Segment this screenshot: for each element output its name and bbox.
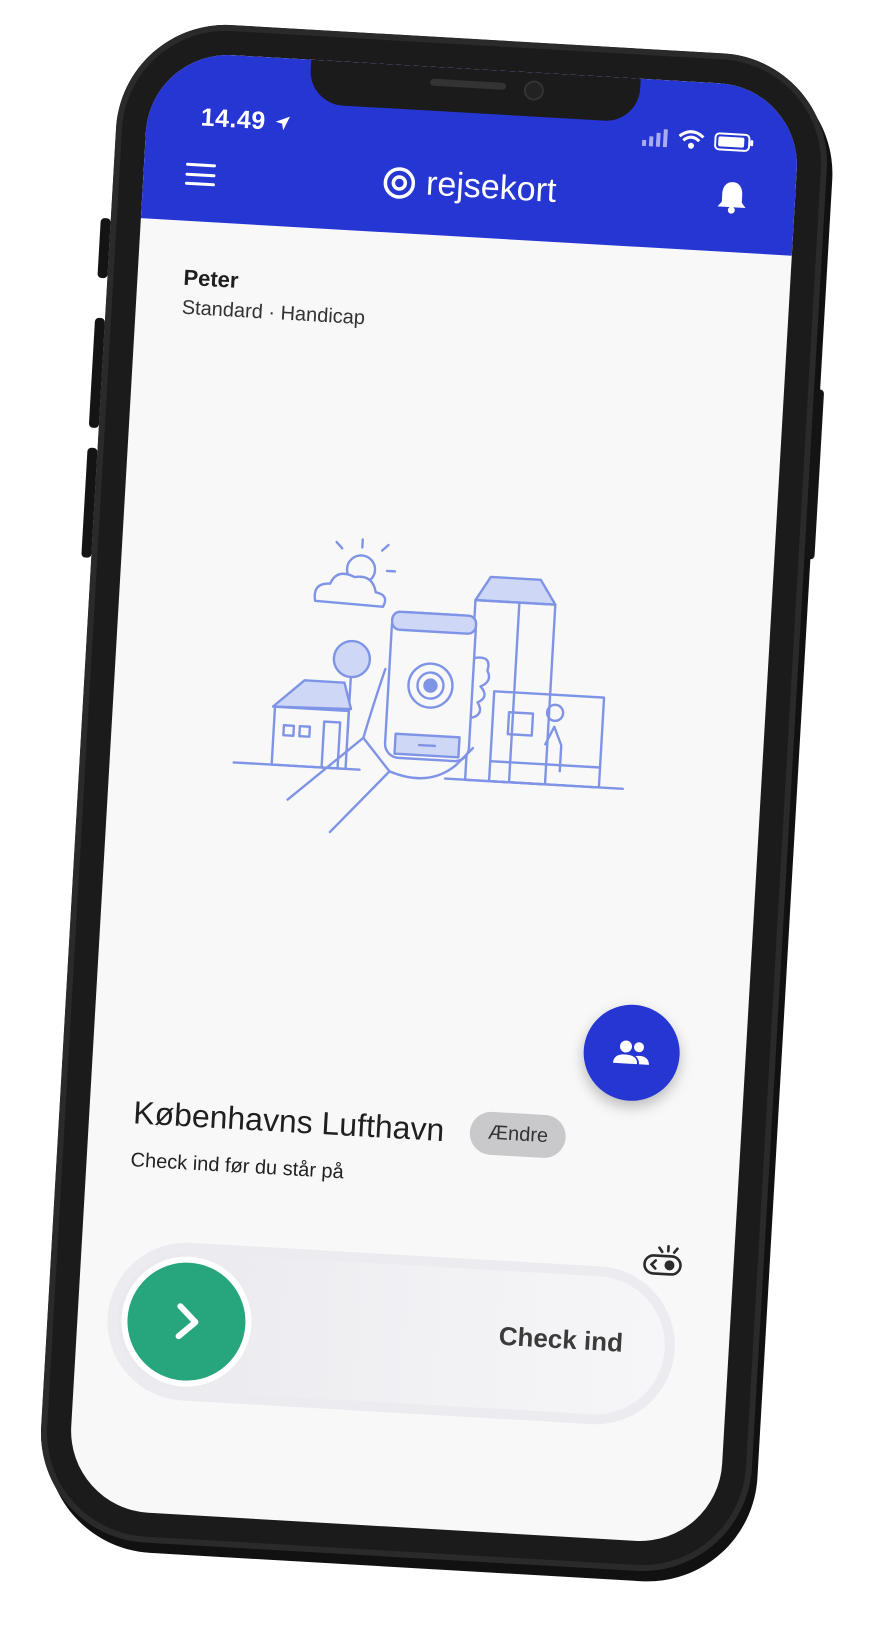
profile-subtitle: Standard · Handicap bbox=[181, 296, 366, 330]
checkin-hint: Check ind før du står på bbox=[130, 1149, 345, 1184]
station-row: Københavns Lufthavn Ændre bbox=[132, 1091, 568, 1160]
profile-info: Peter Standard · Handicap bbox=[181, 265, 367, 330]
phone-mockup-stage: 14.49 rejsekort Peter Standard · Handica… bbox=[0, 0, 882, 1627]
app-screen: 14.49 rejsekort Peter Standard · Handica… bbox=[66, 50, 802, 1546]
signal-icon bbox=[641, 129, 668, 148]
brand-name: rejsekort bbox=[425, 164, 558, 211]
checkin-slider-knob[interactable] bbox=[124, 1259, 249, 1384]
change-station-button[interactable]: Ændre bbox=[468, 1110, 568, 1160]
status-time-text: 14.49 bbox=[199, 103, 267, 136]
phone-frame: 14.49 rejsekort Peter Standard · Handica… bbox=[34, 18, 834, 1578]
speaker bbox=[430, 78, 507, 90]
front-camera bbox=[523, 80, 545, 102]
location-arrow-icon bbox=[275, 116, 290, 131]
checkin-slider[interactable]: Check ind bbox=[103, 1238, 680, 1429]
status-time: 14.49 bbox=[200, 103, 292, 137]
brand-logo: rejsekort bbox=[143, 148, 796, 224]
city-phone-illustration bbox=[232, 538, 625, 834]
volume-down-button bbox=[81, 447, 98, 558]
power-button bbox=[804, 389, 825, 560]
wifi-icon bbox=[678, 130, 705, 149]
companions-button[interactable] bbox=[580, 1002, 683, 1104]
volume-up-button bbox=[88, 317, 106, 429]
profile-name: Peter bbox=[182, 264, 240, 293]
checkin-label: Check ind bbox=[498, 1320, 624, 1358]
rejsekort-logo-icon bbox=[383, 166, 415, 199]
visibility-toggle-icon[interactable] bbox=[641, 1243, 685, 1279]
station-name: Københavns Lufthavn bbox=[132, 1094, 446, 1149]
status-icons bbox=[641, 127, 755, 153]
battery-icon bbox=[714, 132, 754, 152]
bell-icon[interactable] bbox=[716, 179, 748, 215]
group-icon bbox=[613, 1040, 649, 1065]
mute-switch bbox=[97, 217, 111, 279]
chevron-right-icon bbox=[175, 1303, 199, 1340]
